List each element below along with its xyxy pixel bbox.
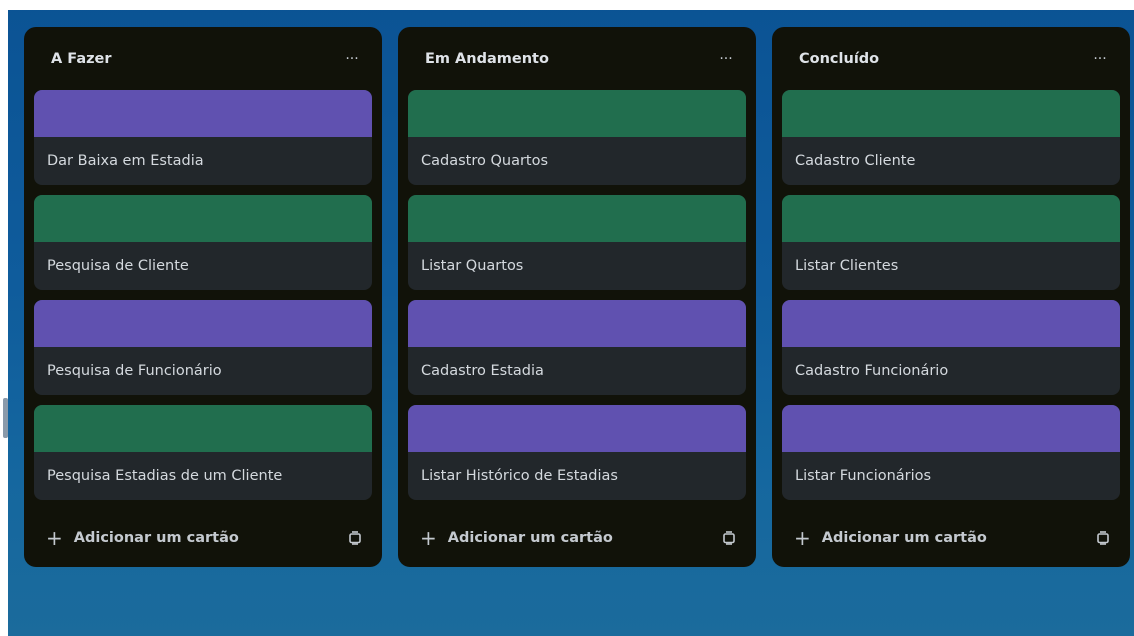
template-icon[interactable] bbox=[342, 525, 368, 551]
card-title: Pesquisa Estadias de um Cliente bbox=[47, 468, 283, 484]
list-header: Concluído ··· bbox=[782, 27, 1120, 90]
card[interactable]: Cadastro Estadia bbox=[408, 300, 746, 395]
card[interactable]: Pesquisa Estadias de um Cliente bbox=[34, 405, 372, 500]
window-left-edge bbox=[0, 0, 8, 636]
card-cover-green bbox=[408, 195, 746, 242]
card[interactable]: Pesquisa de Funcionário bbox=[34, 300, 372, 395]
card-title: Listar Clientes bbox=[795, 258, 899, 274]
card-cover-purple bbox=[408, 405, 746, 452]
list-concluido: Concluído ··· Cadastro Cliente Listar Cl… bbox=[772, 27, 1130, 567]
card-cover-green bbox=[782, 195, 1120, 242]
card-list: Cadastro Cliente Listar Clientes Cadastr… bbox=[782, 90, 1120, 500]
add-card-label: Adicionar um cartão bbox=[447, 530, 613, 546]
card-title: Listar Quartos bbox=[421, 258, 524, 274]
card[interactable]: Listar Histórico de Estadias bbox=[408, 405, 746, 500]
card-cover-green bbox=[408, 90, 746, 137]
window-top-edge bbox=[0, 0, 1134, 10]
list-header: A Fazer ··· bbox=[34, 27, 372, 90]
list-title[interactable]: Concluído bbox=[799, 51, 879, 67]
list-em-andamento: Em Andamento ··· Cadastro Quartos Listar… bbox=[398, 27, 756, 567]
card-title: Listar Histórico de Estadias bbox=[421, 468, 618, 484]
card[interactable]: Listar Clientes bbox=[782, 195, 1120, 290]
card-cover-purple bbox=[782, 405, 1120, 452]
card-title: Pesquisa de Cliente bbox=[47, 258, 189, 274]
card-title: Dar Baixa em Estadia bbox=[47, 153, 204, 169]
card[interactable]: Cadastro Cliente bbox=[782, 90, 1120, 185]
card-cover-purple bbox=[408, 300, 746, 347]
card-title: Listar Funcionários bbox=[795, 468, 932, 484]
more-options-icon[interactable]: ··· bbox=[338, 45, 366, 73]
card-title: Cadastro Estadia bbox=[421, 363, 544, 379]
card[interactable]: Dar Baixa em Estadia bbox=[34, 90, 372, 185]
card[interactable]: Cadastro Funcionário bbox=[782, 300, 1120, 395]
card[interactable]: Cadastro Quartos bbox=[408, 90, 746, 185]
card-cover-purple bbox=[782, 300, 1120, 347]
card-list: Dar Baixa em Estadia Pesquisa de Cliente… bbox=[34, 90, 372, 500]
sidebar-handle[interactable] bbox=[3, 398, 8, 438]
card-title: Cadastro Cliente bbox=[795, 153, 916, 169]
list-title[interactable]: Em Andamento bbox=[425, 51, 549, 67]
plus-icon: + bbox=[420, 526, 437, 550]
add-card-button[interactable]: + Adicionar um cartão bbox=[408, 528, 613, 548]
card-cover-green bbox=[34, 195, 372, 242]
card-cover-green bbox=[34, 405, 372, 452]
add-card-label: Adicionar um cartão bbox=[821, 530, 987, 546]
list-footer: + Adicionar um cartão bbox=[408, 521, 746, 555]
list-title[interactable]: A Fazer bbox=[51, 51, 112, 67]
card[interactable]: Pesquisa de Cliente bbox=[34, 195, 372, 290]
plus-icon: + bbox=[46, 526, 63, 550]
card-list: Cadastro Quartos Listar Quartos Cadastro… bbox=[408, 90, 746, 500]
plus-icon: + bbox=[794, 526, 811, 550]
card-title: Pesquisa de Funcionário bbox=[47, 363, 222, 379]
card-title: Cadastro Funcionário bbox=[795, 363, 949, 379]
card-title: Cadastro Quartos bbox=[421, 153, 549, 169]
add-card-button[interactable]: + Adicionar um cartão bbox=[34, 528, 239, 548]
more-options-icon[interactable]: ··· bbox=[1086, 45, 1114, 73]
list-footer: + Adicionar um cartão bbox=[782, 521, 1120, 555]
list-header: Em Andamento ··· bbox=[408, 27, 746, 90]
more-options-icon[interactable]: ··· bbox=[712, 45, 740, 73]
add-card-button[interactable]: + Adicionar um cartão bbox=[782, 528, 987, 548]
list-a-fazer: A Fazer ··· Dar Baixa em Estadia Pesquis… bbox=[24, 27, 382, 567]
card-cover-green bbox=[782, 90, 1120, 137]
list-footer: + Adicionar um cartão bbox=[34, 521, 372, 555]
template-icon[interactable] bbox=[716, 525, 742, 551]
template-icon[interactable] bbox=[1090, 525, 1116, 551]
add-card-label: Adicionar um cartão bbox=[73, 530, 239, 546]
card-cover-purple bbox=[34, 300, 372, 347]
kanban-board: A Fazer ··· Dar Baixa em Estadia Pesquis… bbox=[24, 27, 1130, 567]
card[interactable]: Listar Funcionários bbox=[782, 405, 1120, 500]
card[interactable]: Listar Quartos bbox=[408, 195, 746, 290]
card-cover-purple bbox=[34, 90, 372, 137]
